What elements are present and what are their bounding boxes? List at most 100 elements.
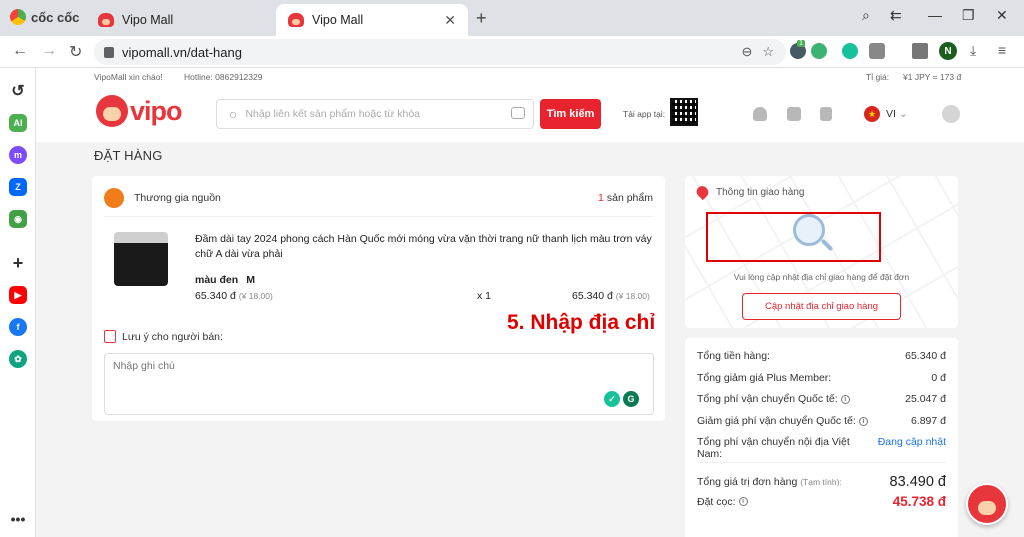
chatgpt-icon[interactable]: ✿: [9, 350, 27, 368]
downloads-icon[interactable]: ⤓: [970, 42, 976, 59]
shipping-hint: Vui lòng cập nhật địa chỉ giao hàng để đ…: [733, 272, 910, 282]
tab-vipo-mall-1[interactable]: Vipo Mall: [86, 4, 276, 36]
language-code: VI: [886, 108, 896, 120]
hotline-text[interactable]: Hotline: 0862912329: [184, 72, 262, 82]
product-thumbnail[interactable]: [114, 232, 168, 286]
bookmark-star-icon[interactable]: ☆: [762, 44, 774, 60]
chat-support-mascot-button[interactable]: [966, 483, 1008, 525]
variant-color: màu đen: [195, 274, 239, 286]
total-label: Tổng giá trị đơn hàng: [697, 476, 798, 488]
cart-icon[interactable]: [787, 107, 801, 121]
quantity: x 1: [477, 290, 492, 302]
product-name[interactable]: Đầm dài tay 2024 phong cách Hàn Quốc mới…: [195, 232, 655, 262]
browser-brand-label: cốc cốc: [31, 9, 80, 25]
minimize-icon[interactable]: —: [928, 7, 942, 23]
line-total-yen: (¥ 18.00): [615, 291, 650, 301]
exchange-rate-label: Tỉ giá:: [866, 72, 890, 82]
info-icon[interactable]: i: [840, 394, 850, 404]
shipping-title: Thông tin giao hàng: [716, 186, 805, 198]
summary-row-domestic-shipping: Tổng phí vận chuyển nội địa Việt Nam: Đa…: [697, 436, 946, 460]
chevron-down-icon: ⌄: [898, 108, 908, 120]
summary-value: 6.897 đ: [910, 415, 946, 427]
total-value: 83.490 đ: [889, 474, 946, 490]
qr-code-icon: [670, 98, 698, 126]
summary-value-pending[interactable]: Đang cập nhật: [878, 436, 946, 460]
seller-note-label: Lưu ý cho người bán:: [104, 330, 223, 343]
back-icon[interactable]: ←: [12, 42, 28, 60]
sidebar-toggle-icon[interactable]: ⇇: [890, 7, 902, 24]
tutorial-highlight-box: [706, 212, 881, 262]
grammarly-extension-icon[interactable]: [842, 43, 858, 59]
page-title: ĐẶT HÀNG: [94, 148, 163, 163]
ai-assistant-icon[interactable]: AI: [9, 114, 27, 132]
facebook-icon[interactable]: f: [9, 318, 27, 336]
tab-search-icon[interactable]: ⌕: [862, 7, 870, 24]
browser-brand[interactable]: cốc cốc: [10, 9, 79, 25]
camera-search-icon[interactable]: [511, 107, 525, 119]
update-address-button[interactable]: Cập nhật địa chỉ giao hàng: [742, 293, 901, 320]
messenger-icon[interactable]: m: [9, 146, 27, 164]
summary-value: 25.047 đ: [905, 393, 946, 405]
menu-icon[interactable]: ≡: [998, 42, 1006, 58]
history-icon[interactable]: ↺: [9, 82, 27, 100]
tab-vipo-mall-2[interactable]: Vipo Mall ✕: [276, 4, 468, 36]
address-bar[interactable]: vipomall.vn/dat-hang ⊖ ☆: [94, 39, 786, 65]
add-sidebar-app-icon[interactable]: +: [9, 253, 27, 273]
order-summary-card: Tổng tiền hàng: 65.340 đ Tổng giảm giá P…: [685, 338, 958, 537]
profile-avatar[interactable]: N: [939, 42, 957, 60]
close-window-icon[interactable]: ✕: [996, 7, 1008, 24]
summary-label: Giảm giá phí vận chuyển Quốc tế:: [697, 415, 856, 427]
close-tab-icon[interactable]: ✕: [444, 12, 456, 29]
exchange-rate-value: ¥1 JPY = 173 đ: [903, 72, 962, 82]
deposit-value: 45.738 đ: [892, 494, 946, 509]
new-tab-button[interactable]: +: [476, 8, 487, 29]
vipo-favicon-icon: [288, 13, 304, 27]
unit-price-yen: (¥ 18.00): [238, 291, 273, 301]
product-count-label: sản phẩm: [606, 192, 653, 204]
more-icon[interactable]: •••: [9, 510, 27, 528]
grammarly-icon[interactable]: G: [623, 391, 639, 407]
shipping-header: Thông tin giao hàng: [694, 183, 805, 201]
info-icon[interactable]: i: [738, 497, 748, 507]
notification-bell-icon[interactable]: [753, 107, 767, 121]
location-pin-icon: [694, 183, 711, 201]
download-extension-icon[interactable]: [811, 43, 827, 59]
restore-icon[interactable]: ❐: [962, 7, 975, 24]
search-button[interactable]: Tìm kiếm: [540, 99, 601, 129]
summary-label: Tổng phí vận chuyển nội địa Việt Nam:: [697, 436, 850, 460]
site-header: vipo ○ Nhập liên kết sản phẩm hoặc từ kh…: [36, 86, 1024, 142]
reload-icon[interactable]: ↻: [69, 42, 82, 62]
extensions-puzzle-icon[interactable]: [869, 43, 885, 59]
youtube-icon[interactable]: ▶: [9, 286, 27, 304]
summary-value: 65.340 đ: [905, 350, 946, 362]
product-variant: màu đen M: [195, 274, 263, 286]
info-icon[interactable]: i: [858, 416, 868, 426]
forward-icon[interactable]: →: [41, 42, 57, 60]
reading-list-icon[interactable]: [912, 43, 928, 59]
unit-price: 65.340 đ (¥ 18.00): [195, 290, 273, 302]
product-count: 1 sản phẩm: [598, 192, 653, 204]
seller-note-textarea[interactable]: [104, 353, 654, 415]
language-selector[interactable]: VI ⌄: [886, 108, 908, 120]
vipo-favicon-icon: [98, 13, 114, 27]
vietnam-flag-icon[interactable]: ★: [864, 106, 880, 122]
zalo-icon[interactable]: Z: [9, 178, 27, 196]
product-count-number: 1: [598, 192, 604, 204]
search-placeholder: Nhập liên kết sản phẩm hoặc từ khóa: [245, 108, 421, 120]
line-total-vnd: 65.340 đ: [572, 290, 613, 302]
game-controller-icon[interactable]: ◉: [9, 210, 27, 228]
search-input[interactable]: ○ Nhập liên kết sản phẩm hoặc từ khóa: [216, 99, 534, 129]
user-avatar[interactable]: [942, 105, 960, 123]
shop-header: Thương gia nguồn: [104, 188, 221, 208]
summary-label: Tổng giảm giá Plus Member:: [697, 372, 832, 384]
extension-badge: 1: [797, 40, 805, 47]
summary-row-intl-shipping: Tổng phí vận chuyển Quốc tế: i 25.047 đ: [697, 393, 946, 405]
divider: [697, 462, 946, 463]
zoom-icon[interactable]: ⊖: [741, 44, 752, 60]
logo-text: vipo: [130, 95, 183, 126]
vipo-logo[interactable]: vipo: [96, 95, 183, 127]
shop-name[interactable]: Thương gia nguồn: [134, 192, 221, 204]
greeting-text: VipoMall xin chào!: [94, 72, 163, 82]
orders-clipboard-icon[interactable]: [820, 107, 832, 121]
grammarly-idea-icon[interactable]: ✓: [604, 391, 620, 407]
